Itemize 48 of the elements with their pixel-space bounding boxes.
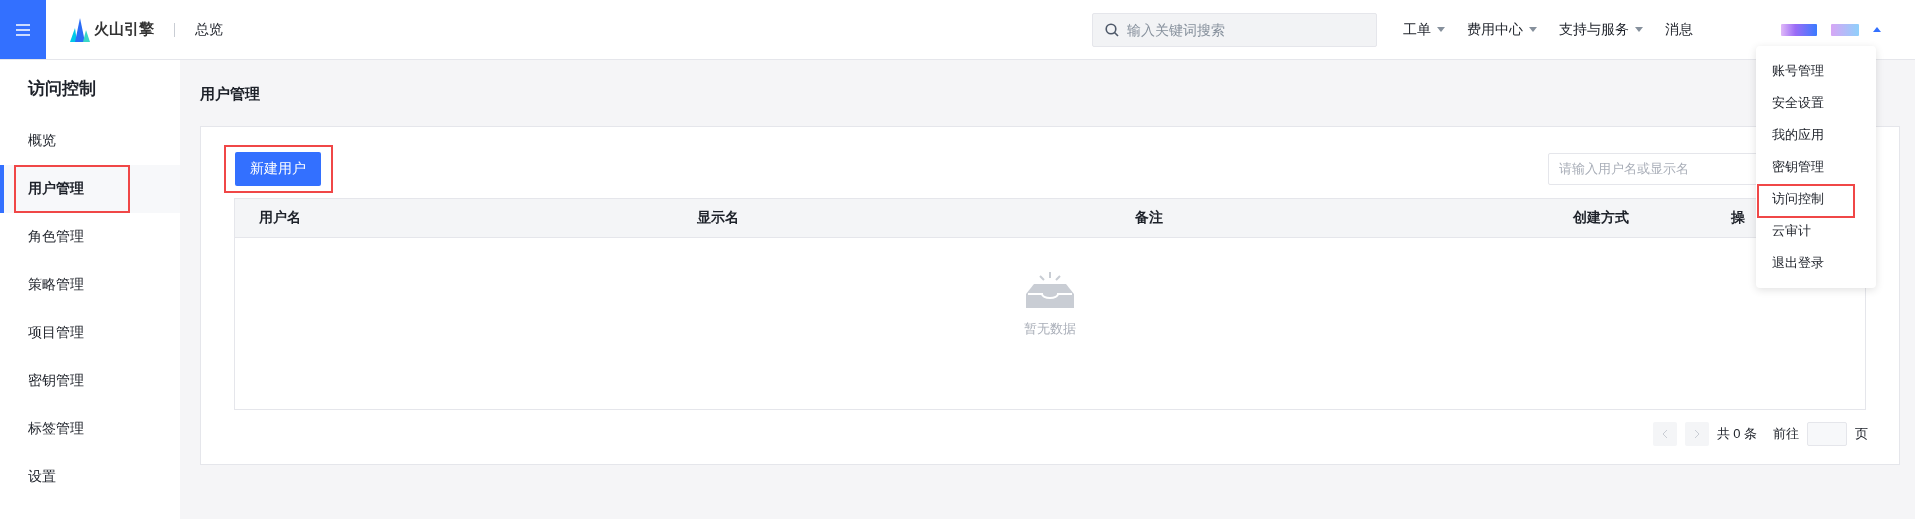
column-header: 用户名 (259, 209, 301, 227)
sidebar-item[interactable]: 项目管理 (0, 309, 180, 357)
sidebar-item[interactable]: 概览 (0, 117, 180, 165)
nav-menu-item[interactable]: 支持与服务 (1559, 20, 1643, 39)
sidebar-item[interactable]: 密钥管理 (0, 357, 180, 405)
total-count: 共 0 条 (1716, 425, 1757, 443)
column-header: 显示名 (697, 209, 739, 227)
empty-message: 暂无数据 (1024, 320, 1076, 338)
menu-icon (16, 23, 30, 36)
nav-menu-item[interactable]: 工单 (1403, 20, 1445, 39)
empty-inbox-icon (1024, 270, 1076, 310)
chevron-left-icon (1661, 429, 1668, 439)
goto-label: 前往 (1773, 425, 1799, 443)
column-header: 备注 (1135, 209, 1163, 227)
page-number-field[interactable] (1807, 422, 1847, 446)
dropdown-menu-item[interactable]: 安全设置 (1756, 87, 1876, 119)
sidebar-item[interactable]: 策略管理 (0, 261, 180, 309)
caret-icon (1437, 27, 1445, 32)
sidebar-item[interactable]: 用户管理 (0, 165, 180, 213)
chevron-right-icon (1693, 429, 1700, 439)
sidebar-item[interactable]: 角色管理 (0, 213, 180, 261)
search-field[interactable]: 输入关键词搜索 (1092, 12, 1377, 47)
dropdown-menu-item[interactable]: 账号管理 (1756, 55, 1876, 87)
caret-icon[interactable] (1873, 27, 1881, 32)
create-user-button[interactable]: 新建用户 (235, 151, 321, 186)
previous-page-button[interactable] (1652, 422, 1677, 446)
column-header: 操 (1731, 209, 1745, 227)
brand-name: 火山引擎 (94, 20, 154, 39)
caret-icon (1635, 27, 1643, 32)
nav-menu-item[interactable]: 消息 (1665, 20, 1693, 39)
column-header: 创建方式 (1573, 209, 1629, 227)
nav-menu-item[interactable]: 费用中心 (1467, 20, 1537, 39)
dropdown-menu-item[interactable]: 我的应用 (1756, 119, 1876, 151)
caret-icon (1529, 27, 1537, 32)
blurred-block (1781, 23, 1817, 36)
page-unit-label: 页 (1855, 425, 1868, 443)
mountain-logo-icon (70, 17, 90, 42)
dropdown-menu-item[interactable]: 退出登录 (1756, 247, 1876, 279)
menu-button[interactable] (0, 0, 46, 59)
dropdown-menu-item[interactable]: 云审计 (1756, 215, 1876, 247)
sidebar-title: 访问控制 (26, 78, 97, 100)
dropdown-menu-item[interactable]: 访问控制 (1756, 183, 1876, 215)
blurred-block (1831, 23, 1859, 36)
next-page-button[interactable] (1684, 422, 1709, 446)
sidebar-item[interactable]: 设置 (0, 453, 180, 501)
page-title: 用户管理 (200, 84, 260, 104)
sidebar-item[interactable]: 标签管理 (0, 405, 180, 453)
breadcrumb-link[interactable]: 总览 (195, 20, 223, 39)
